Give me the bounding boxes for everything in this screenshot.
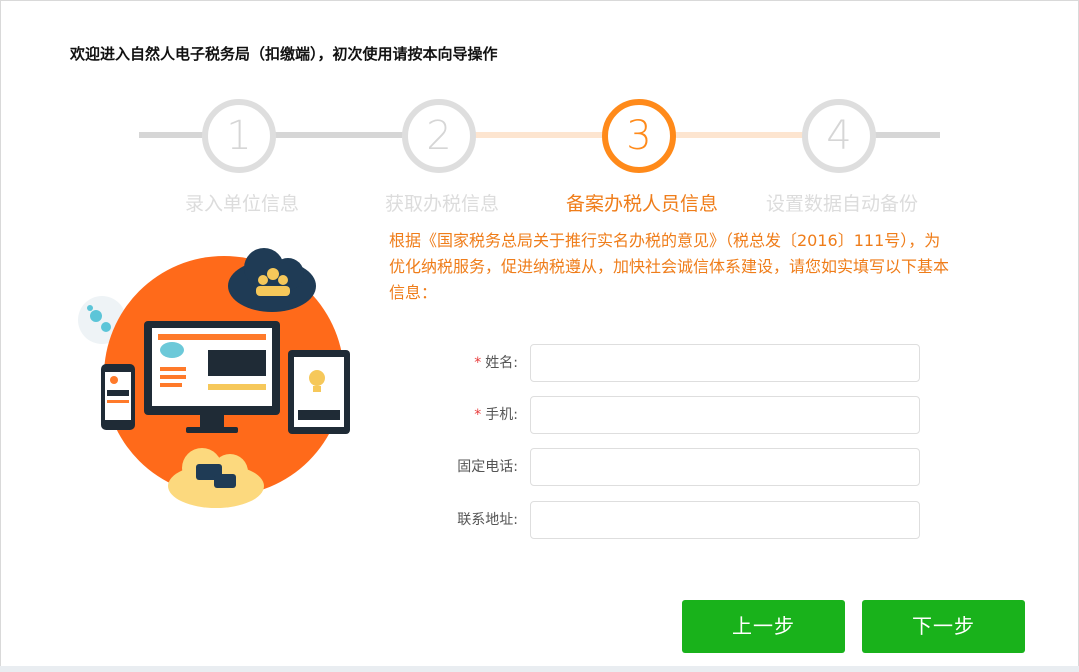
bottom-strip (0, 666, 1079, 672)
landline-label: 固定电话: (457, 459, 518, 475)
landline-row: 固定电话: (400, 448, 930, 486)
address-label: 联系地址: (457, 512, 518, 528)
address-row: 联系地址: (400, 501, 930, 539)
stepper-line-start (139, 132, 211, 138)
step-4-label: 设置数据自动备份 (765, 193, 918, 215)
step-4-circle: 4 (802, 99, 876, 173)
previous-step-button[interactable]: 上一步 (682, 600, 845, 653)
stepper-line-end (872, 132, 940, 138)
step-2-circle: 2 (402, 99, 476, 173)
stepper-line-3-4 (672, 132, 812, 138)
mobile-input[interactable] (530, 396, 920, 434)
step-3-circle: 3 (602, 99, 676, 173)
step-3-label: 备案办税人员信息 (565, 193, 718, 215)
required-mark: * (474, 407, 482, 423)
name-label: * 姓名: (474, 355, 518, 371)
intro-text: 根据《国家税务总局关于推行实名办税的意见》（税总发〔2016〕111号），为优化… (389, 231, 950, 302)
devices-illustration (78, 248, 350, 508)
address-input[interactable] (530, 501, 920, 539)
phone-icon (101, 364, 135, 430)
page-title: 欢迎进入自然人电子税务局（扣缴端），初次使用请按本向导操作 (70, 45, 498, 63)
next-step-button[interactable]: 下一步 (862, 600, 1025, 653)
landline-input[interactable] (530, 448, 920, 486)
step-1-circle: 1 (202, 99, 276, 173)
mobile-label: * 手机: (474, 407, 518, 423)
stepper-line-1-2 (272, 132, 412, 138)
name-row: * 姓名: (400, 344, 930, 382)
tablet-icon (288, 350, 350, 434)
step-2-label: 获取办税信息 (384, 193, 499, 215)
name-input[interactable] (530, 344, 920, 382)
required-mark: * (474, 355, 482, 371)
stepper-line-2-3 (472, 132, 612, 138)
mobile-row: * 手机: (400, 396, 930, 434)
step-1-label: 录入单位信息 (184, 193, 299, 215)
